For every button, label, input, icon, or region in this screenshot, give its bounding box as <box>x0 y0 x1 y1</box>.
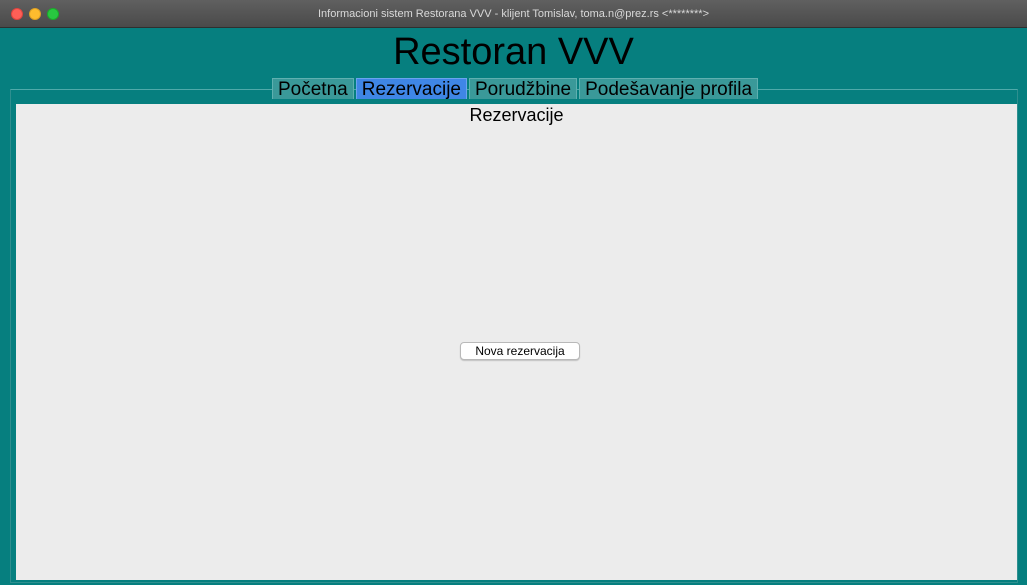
new-reservation-button[interactable]: Nova rezervacija <box>460 342 580 360</box>
title-bar[interactable]: Informacioni sistem Restorana VVV - klij… <box>0 0 1027 28</box>
app-title: Restoran VVV <box>393 31 634 73</box>
tab-bar: Početna Rezervacije Porudžbine Podešavan… <box>272 78 760 100</box>
window-title: Informacioni sistem Restorana VVV - klij… <box>317 8 710 20</box>
tab-porudzbine[interactable]: Porudžbine <box>469 78 578 100</box>
tab-pocetna[interactable]: Početna <box>272 78 354 100</box>
section-title: Rezervacije <box>469 105 564 125</box>
reservations-panel: Rezervacije Nova rezervacija <box>16 104 1017 580</box>
tab-rezervacije[interactable]: Rezervacije <box>355 78 467 100</box>
tab-podesavanje-profila[interactable]: Podešavanje profila <box>579 78 759 100</box>
app-window: Informacioni sistem Restorana VVV - klij… <box>0 0 1027 585</box>
